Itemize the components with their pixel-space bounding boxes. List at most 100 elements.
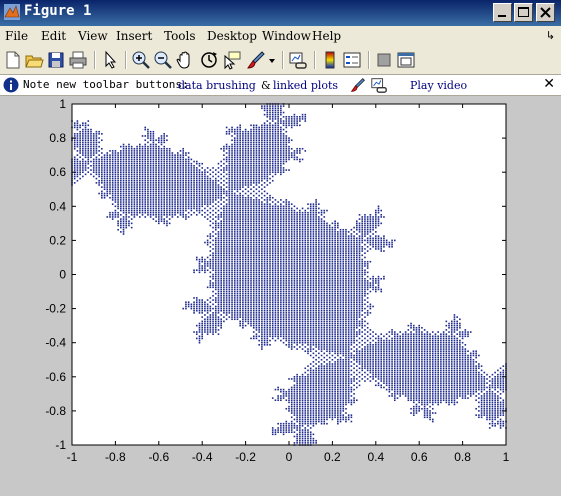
scatter-point <box>228 303 231 306</box>
scatter-point <box>103 177 106 180</box>
scatter-point <box>179 211 182 214</box>
scatter-point <box>212 318 214 321</box>
scatter-point <box>288 324 290 327</box>
scatter-point <box>263 203 266 205</box>
scatter-point <box>160 209 163 212</box>
scatter-point <box>206 241 209 244</box>
brush-icon[interactable] <box>246 50 266 70</box>
scatter-point <box>130 222 133 225</box>
menu-tools[interactable]: Tools <box>164 29 196 43</box>
pan-hand-icon[interactable] <box>175 50 195 70</box>
scatter-point <box>147 182 149 184</box>
zoom-in-icon[interactable] <box>131 50 151 70</box>
data-cursor-icon[interactable] <box>222 50 242 70</box>
scatter-point <box>258 299 260 301</box>
scatter-point <box>301 158 304 161</box>
maximize-button[interactable] <box>514 3 533 22</box>
scatter-point <box>296 290 298 293</box>
hide-plot-tools-icon[interactable] <box>374 50 394 70</box>
menubar-dock-arrow-icon[interactable]: ↳ <box>546 29 555 42</box>
scatter-point <box>285 250 288 252</box>
scatter-point <box>144 128 147 131</box>
scatter-point <box>244 271 247 274</box>
scatter-point <box>258 173 260 176</box>
title-bar[interactable]: Figure 1 <box>0 0 561 26</box>
scatter-point <box>307 435 309 438</box>
scatter-point <box>261 312 263 314</box>
rotate-3d-icon[interactable] <box>199 50 219 70</box>
brush-dropdown-icon[interactable] <box>266 50 278 70</box>
menu-window[interactable]: Window <box>262 29 311 43</box>
minimize-button[interactable] <box>493 3 512 22</box>
scatter-point <box>79 165 81 167</box>
scatter-point <box>147 201 149 203</box>
menu-help[interactable]: Help <box>312 29 341 43</box>
scatter-point <box>128 175 130 178</box>
scatter-point <box>304 250 307 252</box>
scatter-point <box>130 154 133 156</box>
link-plot-icon[interactable] <box>288 50 308 70</box>
select-arrow-icon[interactable] <box>100 50 120 70</box>
scatter-point <box>95 160 98 163</box>
scatter-point <box>282 224 285 227</box>
scatter-point <box>198 165 201 167</box>
scatter-point <box>171 188 174 191</box>
menu-insert[interactable]: Insert <box>116 29 152 43</box>
scatter-point <box>271 288 274 291</box>
scatter-point <box>223 307 225 310</box>
scatter-point <box>206 218 209 220</box>
scatter-point <box>307 418 309 421</box>
scatter-point <box>130 175 133 178</box>
linked-plots-link[interactable]: linked plots <box>273 79 338 92</box>
scatter-point <box>242 250 244 252</box>
new-figure-icon[interactable] <box>3 50 23 70</box>
scatter-point <box>101 147 103 150</box>
scatter-point <box>233 218 236 220</box>
menu-edit[interactable]: Edit <box>41 29 66 43</box>
insert-colorbar-icon[interactable] <box>320 50 340 70</box>
scatter-point <box>212 260 214 263</box>
menu-view[interactable]: View <box>78 29 108 43</box>
infobar-close-icon[interactable]: ✕ <box>543 76 555 92</box>
scatter-point <box>133 177 136 180</box>
menu-file[interactable]: File <box>5 29 28 43</box>
scatter-point <box>290 126 293 129</box>
scatter-point <box>198 312 201 314</box>
scatter-point <box>274 150 277 152</box>
scatter-point <box>285 141 288 144</box>
data-brushing-link[interactable]: data brushing <box>178 79 256 92</box>
scatter-point <box>299 425 301 427</box>
scatter-point <box>114 209 117 212</box>
scatter-point <box>269 320 271 323</box>
scatter-point <box>252 179 255 182</box>
scatter-point <box>144 196 147 199</box>
scatter-point <box>130 167 133 169</box>
scatter-point <box>252 303 255 306</box>
scatter-point <box>125 203 128 205</box>
play-video-link[interactable]: Play video <box>410 79 467 92</box>
scatter-point <box>299 269 301 272</box>
scatter-point <box>277 147 279 150</box>
scatter-point <box>277 269 279 272</box>
scatter-point <box>182 192 185 195</box>
show-plot-tools-icon[interactable] <box>396 50 416 70</box>
scatter-point <box>174 190 176 193</box>
scatter-point <box>255 333 258 335</box>
insert-legend-icon[interactable] <box>342 50 362 70</box>
zoom-out-icon[interactable] <box>153 50 173 70</box>
scatter-point <box>239 322 241 325</box>
scatter-point <box>128 199 130 201</box>
scatter-point <box>209 186 212 188</box>
menu-desktop[interactable]: Desktop <box>207 29 257 43</box>
scatter-point <box>282 209 285 212</box>
print-icon[interactable] <box>68 50 88 70</box>
scatter-point <box>220 258 222 261</box>
save-icon[interactable] <box>46 50 66 70</box>
scatter-point <box>231 192 233 195</box>
open-file-icon[interactable] <box>24 50 44 70</box>
scatter-point <box>206 305 209 308</box>
scatter-point <box>255 233 258 235</box>
scatter-point <box>206 177 209 180</box>
scatter-point <box>239 277 241 280</box>
close-button[interactable] <box>536 3 555 22</box>
